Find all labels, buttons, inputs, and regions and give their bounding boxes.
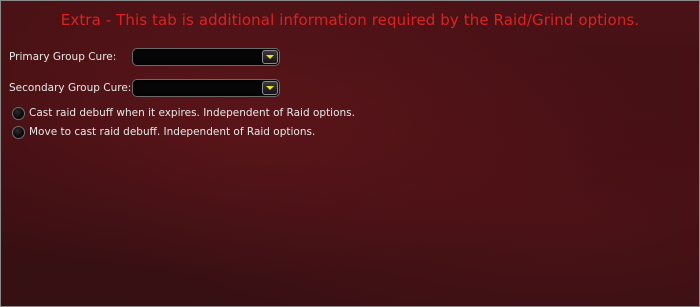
move-to-cast-option[interactable]: Move to cast raid debuff. Independent of… [12, 124, 315, 140]
move-to-cast-label: Move to cast raid debuff. Independent of… [29, 126, 316, 138]
primary-cure-row: Primary Group Cure: [9, 47, 116, 67]
cast-debuff-label: Cast raid debuff when it expires. Indepe… [29, 107, 355, 119]
chevron-down-icon [266, 86, 274, 90]
primary-cure-label: Primary Group Cure: [9, 51, 117, 63]
primary-cure-dropdown-button[interactable] [262, 50, 278, 64]
extra-tab-panel: Extra - This tab is additional informati… [0, 0, 700, 307]
secondary-cure-dropdown-button[interactable] [262, 81, 278, 95]
move-to-cast-radio[interactable] [12, 125, 25, 139]
chevron-down-icon [266, 55, 274, 59]
secondary-cure-label: Secondary Group Cure: [9, 82, 132, 94]
tab-notice: Extra - This tab is additional informati… [60, 11, 640, 29]
cast-debuff-radio[interactable] [12, 106, 25, 120]
primary-cure-select[interactable] [132, 48, 280, 66]
secondary-cure-select[interactable] [132, 79, 280, 97]
cast-debuff-option[interactable]: Cast raid debuff when it expires. Indepe… [12, 105, 355, 121]
secondary-cure-row: Secondary Group Cure: [9, 78, 131, 98]
